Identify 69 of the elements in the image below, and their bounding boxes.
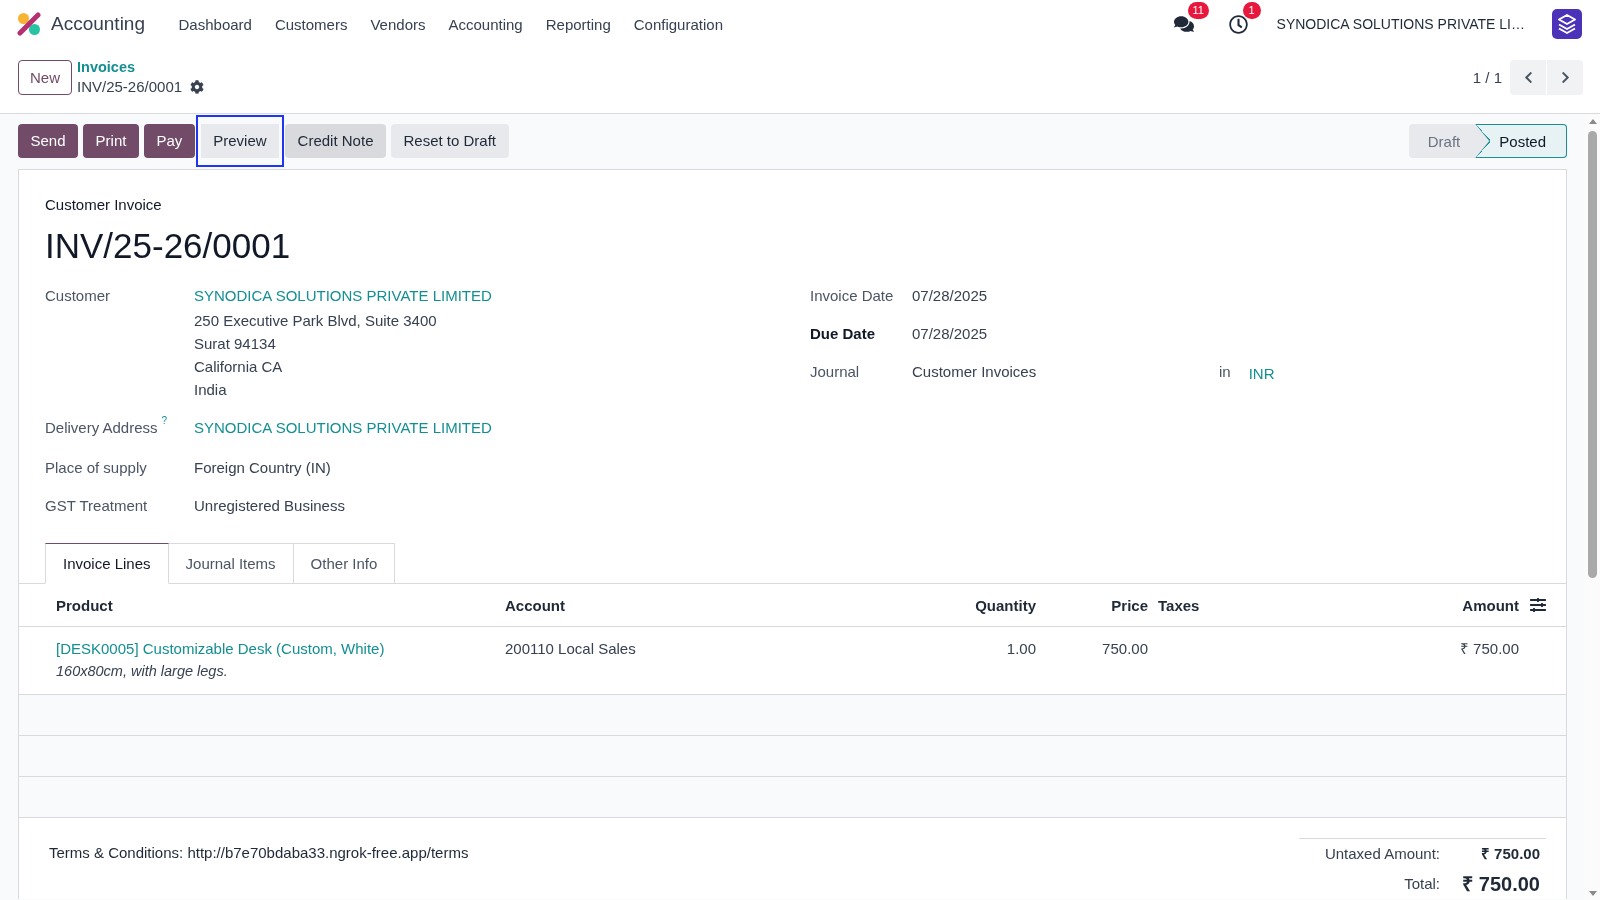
field-label: Invoice Date <box>810 286 894 306</box>
table-cell-text: 200110 Local Sales <box>505 639 636 659</box>
document-type-label: Customer Invoice <box>45 195 163 215</box>
action-button[interactable]: Pay <box>143 124 195 158</box>
customer-address: 250 Executive Park Blvd, Suite 3400 Surat 94134 California CA India <box>194 311 437 400</box>
terms-and-conditions: Terms & Conditions: http://b7e70bdaba33.ngrok-free.app/terms <box>49 843 469 863</box>
action-button[interactable]: Preview <box>195 115 285 167</box>
total-label: Untaxed Amount: <box>1324 844 1440 864</box>
column-header[interactable]: Quantity <box>975 596 1036 614</box>
chat-bubbles-icon <box>1173 14 1194 34</box>
nav-menu-item[interactable]: Vendors <box>358 15 437 33</box>
partner-link[interactable]: SYNODICA SOLUTIONS PRIVATE LIMITED <box>194 284 492 307</box>
product-description: 160x80cm, with large legs. <box>56 662 228 681</box>
field-label: Customer <box>45 286 111 306</box>
new-button[interactable]: New <box>18 60 72 95</box>
field-value: 07/28/2025 <box>912 324 988 344</box>
total-amount: ₹ 750.00 <box>1480 844 1541 864</box>
app-logo-icon <box>17 12 41 36</box>
nav-menu-item[interactable]: Customers <box>263 15 359 33</box>
partner-link[interactable]: SYNODICA SOLUTIONS PRIVATE LIMITED <box>194 416 492 439</box>
sliders-icon[interactable] <box>1530 597 1546 613</box>
nav-menu-item[interactable]: Reporting <box>534 15 623 33</box>
action-button[interactable]: Print <box>83 124 139 158</box>
action-button[interactable]: Credit Note <box>285 124 386 158</box>
field-label: Place of supply <box>45 458 147 478</box>
column-header[interactable]: Product <box>56 596 113 614</box>
field-label: Delivery Address <box>45 418 158 438</box>
previous-button[interactable] <box>1510 60 1546 95</box>
invoice-number-title: INV/25-26/0001 <box>45 225 292 267</box>
next-button[interactable] <box>1547 60 1583 95</box>
unread-count-badge: 11 <box>1187 2 1209 19</box>
status-step[interactable]: Draft <box>1408 124 1476 158</box>
currency-joiner: in <box>1219 362 1231 382</box>
product-link[interactable]: [DESK0005] Customizable Desk (Custom, White) <box>56 637 385 660</box>
pager-value: 1 / 1 <box>1472 69 1502 86</box>
company-switcher[interactable]: SYNODICA SOLUTIONS PRIVATE LI… <box>1276 16 1525 32</box>
currency-link[interactable]: INR <box>1248 362 1275 385</box>
clock-icon <box>1228 14 1248 34</box>
total-label: Total: <box>1404 874 1440 894</box>
column-header[interactable]: Amount <box>1462 596 1519 614</box>
status-step[interactable]: Posted <box>1475 124 1567 158</box>
breadcrumb-current: INV/25-26/0001 <box>77 77 183 96</box>
app-name[interactable]: Accounting <box>51 13 145 35</box>
nav-menu-item[interactable]: Configuration <box>622 15 735 33</box>
activity-count-badge: 1 <box>1242 2 1261 19</box>
column-header[interactable]: Price <box>1111 596 1148 614</box>
table-cell-text: 750.00 <box>1102 639 1148 659</box>
field-value: Unregistered Business <box>194 496 345 516</box>
nav-menu-item[interactable]: Dashboard <box>167 15 264 33</box>
field-label: Journal <box>810 362 860 382</box>
action-button[interactable]: Reset to Draft <box>391 124 509 158</box>
column-header[interactable]: Account <box>505 596 565 614</box>
settings-icon[interactable] <box>190 79 205 94</box>
stacked-layers-icon[interactable] <box>1552 9 1582 39</box>
field-value: Customer Invoices <box>912 362 1038 382</box>
tab[interactable]: Other Info <box>292 543 396 583</box>
total-amount: ₹ 750.00 <box>1462 872 1541 897</box>
action-button[interactable]: Send <box>18 124 79 158</box>
field-value: Foreign Country (IN) <box>194 458 331 478</box>
field-label: GST Treatment <box>45 496 148 516</box>
table-cell-text: 1.00 <box>1006 639 1036 659</box>
breadcrumb-link[interactable]: Invoices <box>77 58 136 77</box>
nav-menu-item[interactable]: Accounting <box>437 15 535 33</box>
field-label: Due Date <box>810 324 876 344</box>
tab[interactable]: Invoice Lines <box>45 543 169 584</box>
field-value: 07/28/2025 <box>912 286 988 306</box>
help-tooltip-mark[interactable]: ? <box>161 416 168 426</box>
table-cell-text: ₹ 750.00 <box>1459 639 1519 659</box>
column-header[interactable]: Taxes <box>1158 596 1200 614</box>
